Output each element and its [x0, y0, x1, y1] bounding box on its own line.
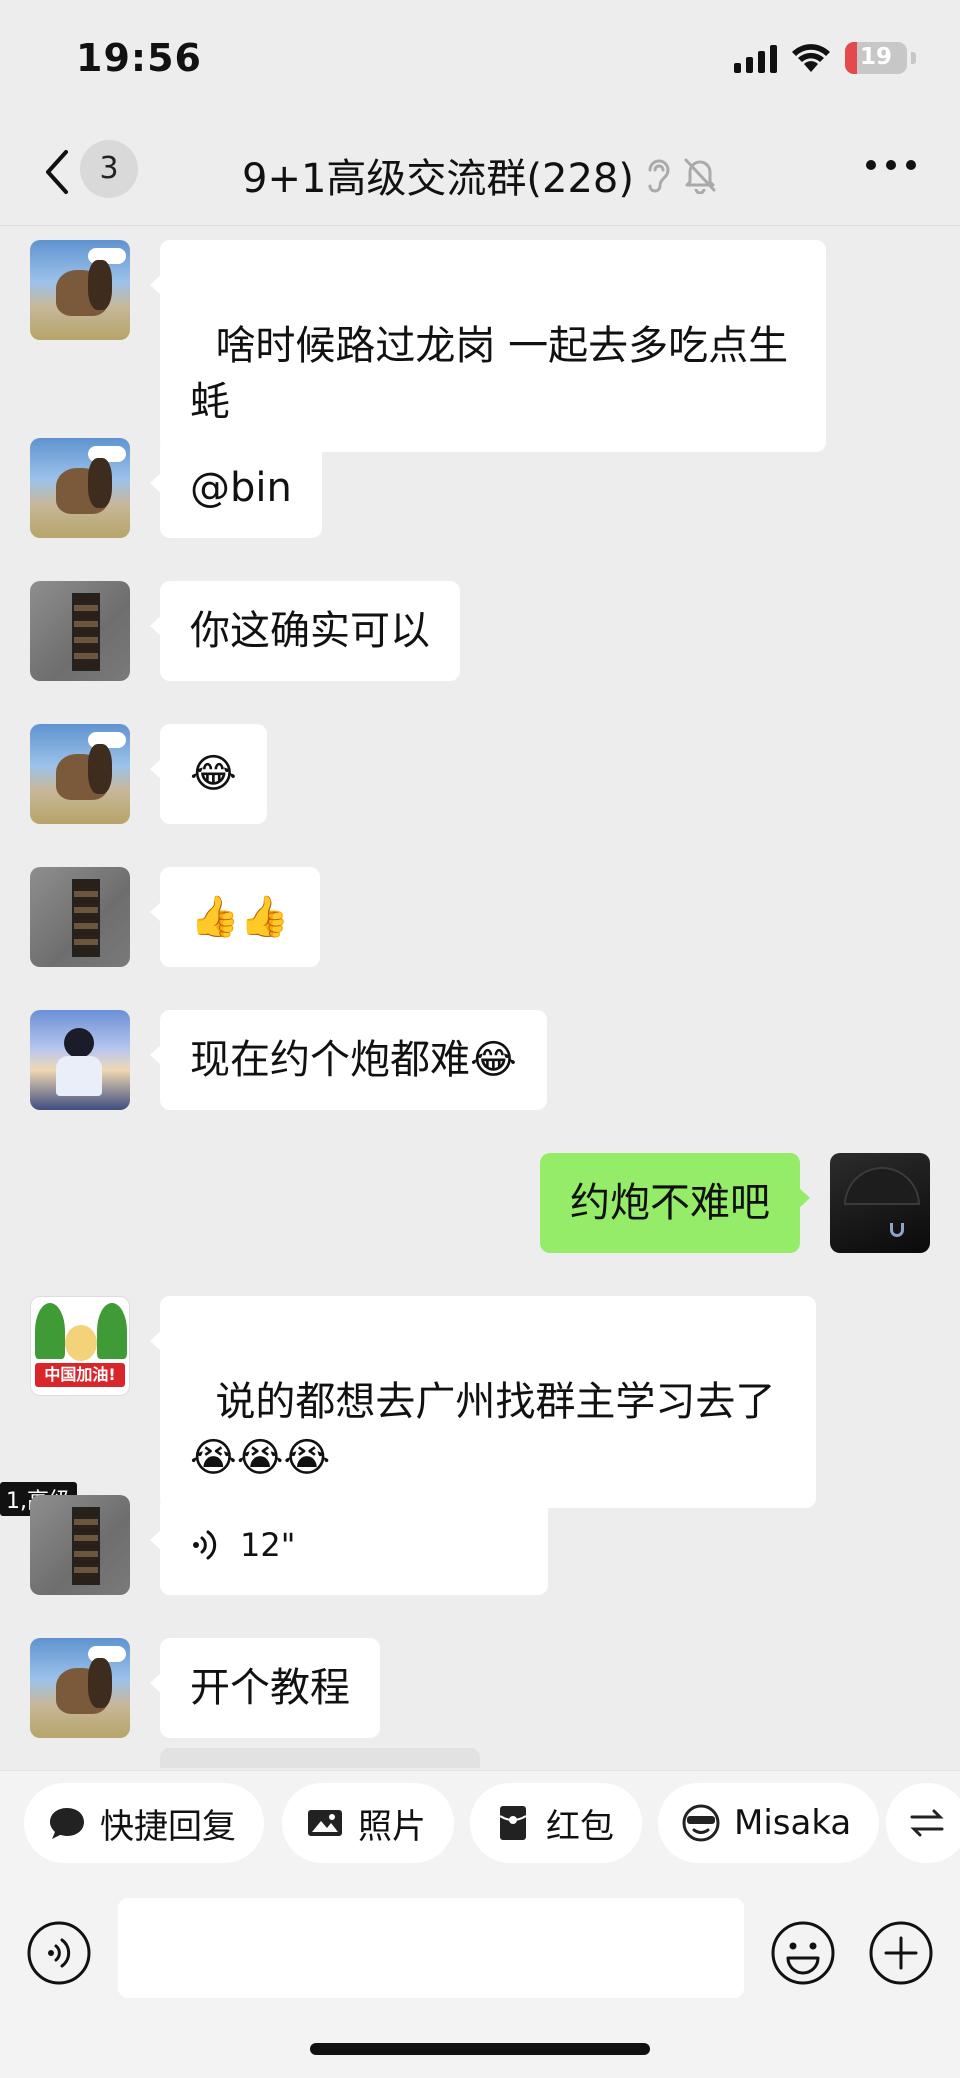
- status-time: 19:56: [76, 36, 202, 80]
- avatar-self[interactable]: [830, 1153, 930, 1253]
- message-text: 你这确实可以: [190, 608, 430, 654]
- message-bubble[interactable]: 啥时候路过龙岗 一起去多吃点生 蚝: [150, 240, 826, 452]
- avatar[interactable]: [30, 1495, 130, 1595]
- avatar[interactable]: [30, 240, 130, 340]
- message-text: 😂: [190, 751, 237, 797]
- mute-bell-icon: [684, 158, 716, 194]
- switch-button[interactable]: [886, 1783, 960, 1863]
- status-bar: 19:56 19: [0, 0, 960, 120]
- voice-message-bubble[interactable]: 12": [150, 1495, 548, 1595]
- message-text: 现在约个炮都难😂: [190, 1037, 517, 1083]
- input-bar: [0, 1874, 960, 2078]
- avatar-banner-text: 中国加油!: [35, 1363, 125, 1387]
- battery-percentage: 19: [859, 44, 892, 70]
- misaka-label: Misaka: [734, 1803, 852, 1843]
- sunglasses-face-icon: [682, 1804, 720, 1842]
- red-packet-icon: [499, 1806, 527, 1840]
- status-icons: 19: [734, 42, 916, 74]
- message-text: 开个教程: [190, 1665, 350, 1711]
- more-icon[interactable]: [866, 160, 916, 170]
- avatar[interactable]: [30, 581, 130, 681]
- avatar[interactable]: 中国加油!: [30, 1296, 130, 1396]
- chat-header: 3 9+1高级交流群(228): [0, 120, 960, 226]
- message-text: 啥时候路过龙岗 一起去多吃点生 蚝: [190, 323, 789, 425]
- message-text: 约炮不难吧: [570, 1180, 770, 1226]
- voice-wave-icon: [193, 1530, 217, 1560]
- voice-input-icon[interactable]: [26, 1920, 92, 1986]
- voice-duration: 12": [240, 1526, 296, 1564]
- partial-message-bubble[interactable]: [160, 1748, 480, 1768]
- quick-action-bar: 快捷回复 照片 红包 Misaka: [0, 1770, 960, 1874]
- photo-label: 照片: [358, 1806, 426, 1847]
- swap-arrows-icon: [910, 1809, 944, 1837]
- avatar[interactable]: [30, 438, 130, 538]
- misaka-button[interactable]: Misaka: [658, 1783, 880, 1863]
- red-packet-label: 红包: [546, 1806, 614, 1847]
- photo-button[interactable]: 照片: [282, 1783, 454, 1863]
- message-input[interactable]: [118, 1898, 744, 1998]
- message-text: 说的都想去广州找群主学习去了 😭😭😭: [190, 1379, 776, 1481]
- avatar[interactable]: [30, 867, 130, 967]
- battery-icon: 19: [845, 42, 907, 74]
- chat-bubble-icon: [50, 1808, 84, 1839]
- chat-title[interactable]: 9+1高级交流群(228): [242, 146, 634, 204]
- photo-icon: [308, 1810, 342, 1836]
- red-packet-button[interactable]: 红包: [470, 1783, 642, 1863]
- message-bubble[interactable]: 😂: [150, 724, 267, 824]
- wifi-icon: [792, 44, 830, 72]
- battery-cap: [911, 52, 916, 64]
- cellular-signal-icon: [734, 43, 777, 73]
- avatar[interactable]: [30, 724, 130, 824]
- message-bubble-self[interactable]: 约炮不难吧: [540, 1153, 810, 1253]
- quick-reply-label: 快捷回复: [100, 1806, 236, 1847]
- home-indicator: [310, 2043, 650, 2055]
- avatar[interactable]: [30, 1010, 130, 1110]
- chat-title-wrap: 9+1高级交流群(228): [0, 146, 960, 204]
- avatar[interactable]: [30, 1638, 130, 1738]
- message-text: 👍👍: [190, 894, 290, 940]
- quick-reply-button[interactable]: 快捷回复: [24, 1783, 264, 1863]
- message-bubble[interactable]: 现在约个炮都难😂: [150, 1010, 547, 1110]
- message-bubble[interactable]: 说的都想去广州找群主学习去了 😭😭😭: [150, 1296, 816, 1508]
- message-bubble[interactable]: 你这确实可以: [150, 581, 460, 681]
- ear-icon: [648, 159, 670, 193]
- emoji-icon[interactable]: [770, 1920, 836, 1986]
- message-text: @bin: [190, 465, 292, 511]
- message-bubble[interactable]: @bin: [150, 438, 322, 538]
- plus-icon[interactable]: [868, 1920, 934, 1986]
- message-bubble[interactable]: 👍👍: [150, 867, 320, 967]
- message-bubble[interactable]: 开个教程: [150, 1638, 380, 1738]
